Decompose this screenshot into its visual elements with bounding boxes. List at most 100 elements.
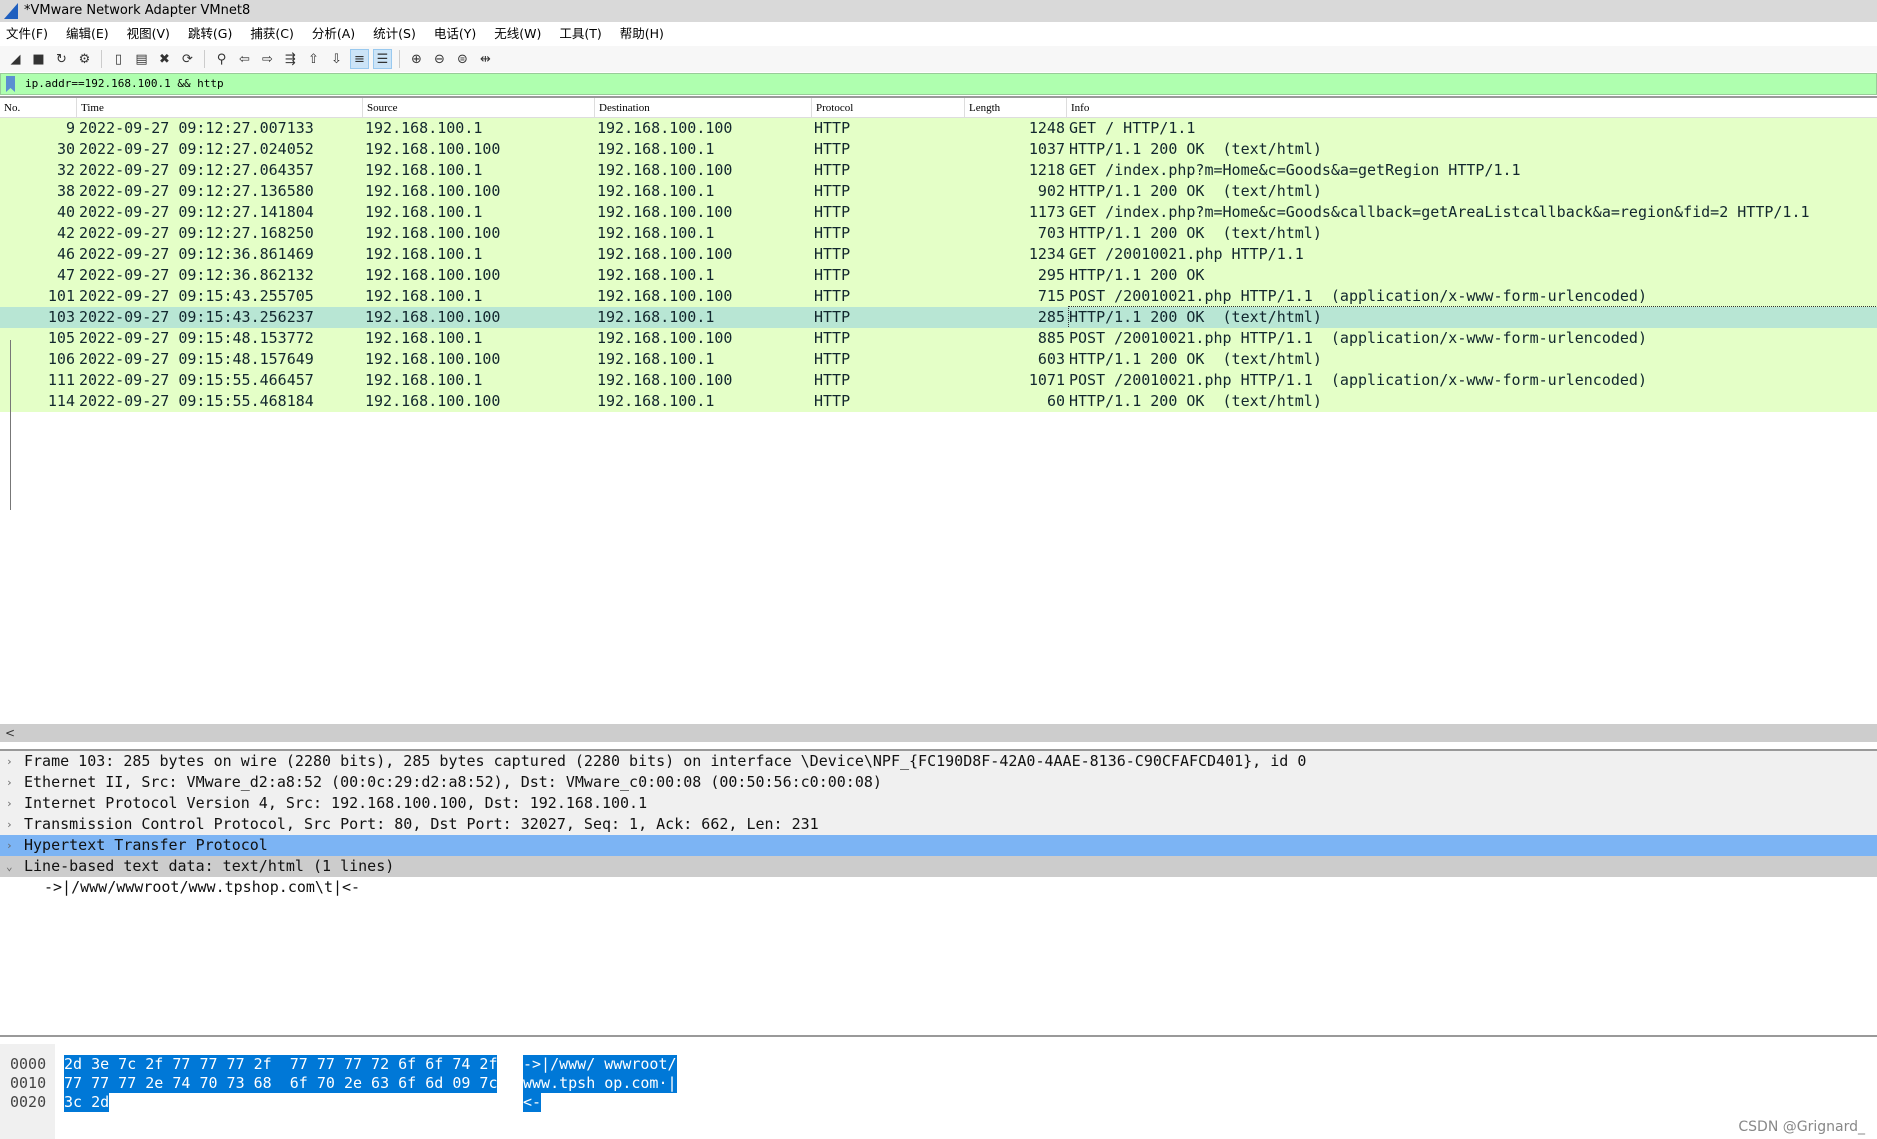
bookmark-icon[interactable] [6, 76, 15, 92]
packet-row[interactable]: 30 2022-09-27 09:12:27.024052 192.168.100.… [0, 139, 1877, 160]
detail-tree-item[interactable]: › Frame 103: 285 bytes on wire (2280 bits… [0, 751, 1877, 772]
collapse-arrow-icon[interactable]: ⌄ [6, 856, 13, 877]
packet-row[interactable]: 111 2022-09-27 09:15:55.466457 192.168.100… [0, 370, 1877, 391]
horizontal-scrollbar[interactable]: < [0, 724, 1877, 742]
packet-row[interactable]: 106 2022-09-27 09:15:48.157649 192.168.100… [0, 349, 1877, 370]
menu-item[interactable]: 分析(A) [312, 22, 355, 46]
cell-no: 103 [47, 308, 75, 326]
column-header-protocol[interactable]: Protocol [811, 98, 853, 118]
menu-item[interactable]: 编辑(E) [66, 22, 109, 46]
cell-len: 1218 [1028, 161, 1065, 179]
column-header-info[interactable]: Info [1066, 98, 1089, 118]
cell-dst: 192.168.100.100 [597, 119, 733, 137]
packet-row[interactable]: 40 2022-09-27 09:12:27.141804 192.168.100.… [0, 202, 1877, 223]
close-file-icon[interactable]: ✖ [155, 49, 174, 69]
reload-icon[interactable]: ⟳ [178, 49, 197, 69]
packet-row[interactable]: 42 2022-09-27 09:12:27.168250 192.168.100.… [0, 223, 1877, 244]
cell-dst: 192.168.100.1 [597, 308, 715, 326]
normal-size-icon[interactable]: ⊜ [453, 49, 472, 69]
colorize-icon[interactable]: ☰ [373, 49, 392, 69]
cell-time: 2022-09-27 09:15:43.256237 [79, 308, 314, 326]
menu-item[interactable]: 无线(W) [494, 22, 541, 46]
find-packet-icon[interactable]: ⚲ [212, 49, 231, 69]
cell-info: GET /index.php?m=Home&c=Goods&callback=g… [1069, 203, 1810, 221]
hex-bytes[interactable]: 3c 2d [64, 1093, 110, 1112]
cell-info: GET /index.php?m=Home&c=Goods&a=getRegio… [1069, 161, 1521, 179]
go-to-packet-icon[interactable]: ⇶ [281, 49, 300, 69]
detail-tree-item[interactable]: › Internet Protocol Version 4, Src: 192.1… [0, 793, 1877, 814]
column-header-source[interactable]: Source [362, 98, 398, 118]
cell-proto: HTTP [814, 308, 851, 326]
hex-ascii[interactable]: <- [523, 1093, 542, 1112]
restart-icon[interactable]: ↻ [52, 49, 71, 69]
cell-len: 603 [1037, 350, 1065, 368]
hex-bytes[interactable]: 2d 3e 7c 2f 77 77 77 2f 77 77 77 72 6f 6… [64, 1055, 498, 1074]
cell-time: 2022-09-27 09:12:27.141804 [79, 203, 314, 221]
cell-info: POST /20010021.php HTTP/1.1 (application… [1069, 287, 1647, 305]
cell-time: 2022-09-27 09:15:55.468184 [79, 392, 314, 410]
column-header-length[interactable]: Length [964, 98, 1000, 118]
autoscroll-icon[interactable]: ≡ [350, 49, 369, 69]
column-header-destination[interactable]: Destination [594, 98, 650, 118]
menu-item[interactable]: 跳转(G) [188, 22, 232, 46]
packet-row[interactable]: 32 2022-09-27 09:12:27.064357 192.168.100.… [0, 160, 1877, 181]
packet-row[interactable]: 38 2022-09-27 09:12:27.136580 192.168.100.… [0, 181, 1877, 202]
hex-ascii[interactable]: ->|/www/ wwwroot/ [523, 1055, 677, 1074]
go-forward-icon[interactable]: ⇨ [258, 49, 277, 69]
detail-tree-item[interactable]: › Ethernet II, Src: VMware_d2:a8:52 (00:0… [0, 772, 1877, 793]
detail-tree-item[interactable]: › Transmission Control Protocol, Src Port… [0, 814, 1877, 835]
toolbar-separator [399, 50, 400, 68]
cell-time: 2022-09-27 09:12:27.136580 [79, 182, 314, 200]
packet-row[interactable]: 101 2022-09-27 09:15:43.255705 192.168.100… [0, 286, 1877, 307]
column-header-time[interactable]: Time [76, 98, 104, 118]
column-header-no[interactable]: No. [0, 98, 20, 118]
menu-item[interactable]: 文件(F) [6, 22, 48, 46]
menu-item[interactable]: 工具(T) [559, 22, 601, 46]
detail-tree-item[interactable]: ⌄ Line-based text data: text/html (1 line… [0, 856, 1877, 877]
packet-row[interactable]: 103 2022-09-27 09:15:43.256237 192.168.100… [0, 306, 1877, 329]
detail-tree-item[interactable]: › Hypertext Transfer Protocol [0, 835, 1877, 856]
menu-item[interactable]: 电话(Y) [434, 22, 476, 46]
resize-columns-icon[interactable]: ⇹ [476, 49, 495, 69]
cell-info: HTTP/1.1 200 OK (text/html) [1068, 306, 1877, 329]
packet-row[interactable]: 114 2022-09-27 09:15:55.468184 192.168.100… [0, 391, 1877, 412]
expand-arrow-icon[interactable]: › [6, 793, 13, 814]
stop-icon[interactable]: ■ [29, 49, 48, 69]
expand-arrow-icon[interactable]: › [6, 751, 13, 772]
expand-arrow-icon[interactable]: › [6, 814, 13, 835]
open-file-icon[interactable]: ▯ [109, 49, 128, 69]
packet-row[interactable]: 105 2022-09-27 09:15:48.153772 192.168.100… [0, 328, 1877, 349]
first-packet-icon[interactable]: ⇧ [304, 49, 323, 69]
zoom-out-icon[interactable]: ⊖ [430, 49, 449, 69]
filter-text: ip.addr==192.168.100.1 && http [25, 77, 224, 90]
last-packet-icon[interactable]: ⇩ [327, 49, 346, 69]
cell-info: HTTP/1.1 200 OK (text/html) [1069, 224, 1322, 242]
cell-dst: 192.168.100.1 [597, 392, 715, 410]
cell-no: 32 [56, 161, 75, 179]
shark-fin-start-icon[interactable]: ◢ [6, 49, 25, 69]
hex-ascii[interactable]: www.tpsh op.com·| [523, 1074, 677, 1093]
save-file-icon[interactable]: ▤ [132, 49, 151, 69]
hex-bytes[interactable]: 77 77 77 2e 74 70 73 68 6f 70 2e 63 6f 6… [64, 1074, 498, 1093]
detail-text: Frame 103: 285 bytes on wire (2280 bits)… [24, 752, 1307, 770]
zoom-in-icon[interactable]: ⊕ [407, 49, 426, 69]
cell-time: 2022-09-27 09:15:55.466457 [79, 371, 314, 389]
capture-options-icon[interactable]: ⚙ [75, 49, 94, 69]
go-back-icon[interactable]: ⇦ [235, 49, 254, 69]
packet-row[interactable]: 46 2022-09-27 09:12:36.861469 192.168.100.… [0, 244, 1877, 265]
menu-item[interactable]: 视图(V) [127, 22, 170, 46]
detail-subitem[interactable]: ->|/www/wwwroot/www.tpshop.com\t|<- [0, 877, 1877, 898]
title-bar: *VMware Network Adapter VMnet8 [0, 0, 1877, 22]
cell-proto: HTTP [814, 392, 851, 410]
expand-arrow-icon[interactable]: › [6, 772, 13, 793]
packet-row[interactable]: 9 2022-09-27 09:12:27.007133 192.168.100.1… [0, 118, 1877, 139]
menu-item[interactable]: 帮助(H) [620, 22, 664, 46]
menu-item[interactable]: 捕获(C) [250, 22, 293, 46]
cell-proto: HTTP [814, 182, 851, 200]
cell-src: 192.168.100.1 [365, 245, 483, 263]
packet-row[interactable]: 47 2022-09-27 09:12:36.862132 192.168.100.… [0, 265, 1877, 286]
display-filter-input[interactable]: ip.addr==192.168.100.1 && http [0, 73, 1877, 95]
expand-arrow-icon[interactable]: › [6, 835, 13, 856]
menu-item[interactable]: 统计(S) [373, 22, 416, 46]
scroll-left-icon[interactable]: < [5, 726, 15, 740]
